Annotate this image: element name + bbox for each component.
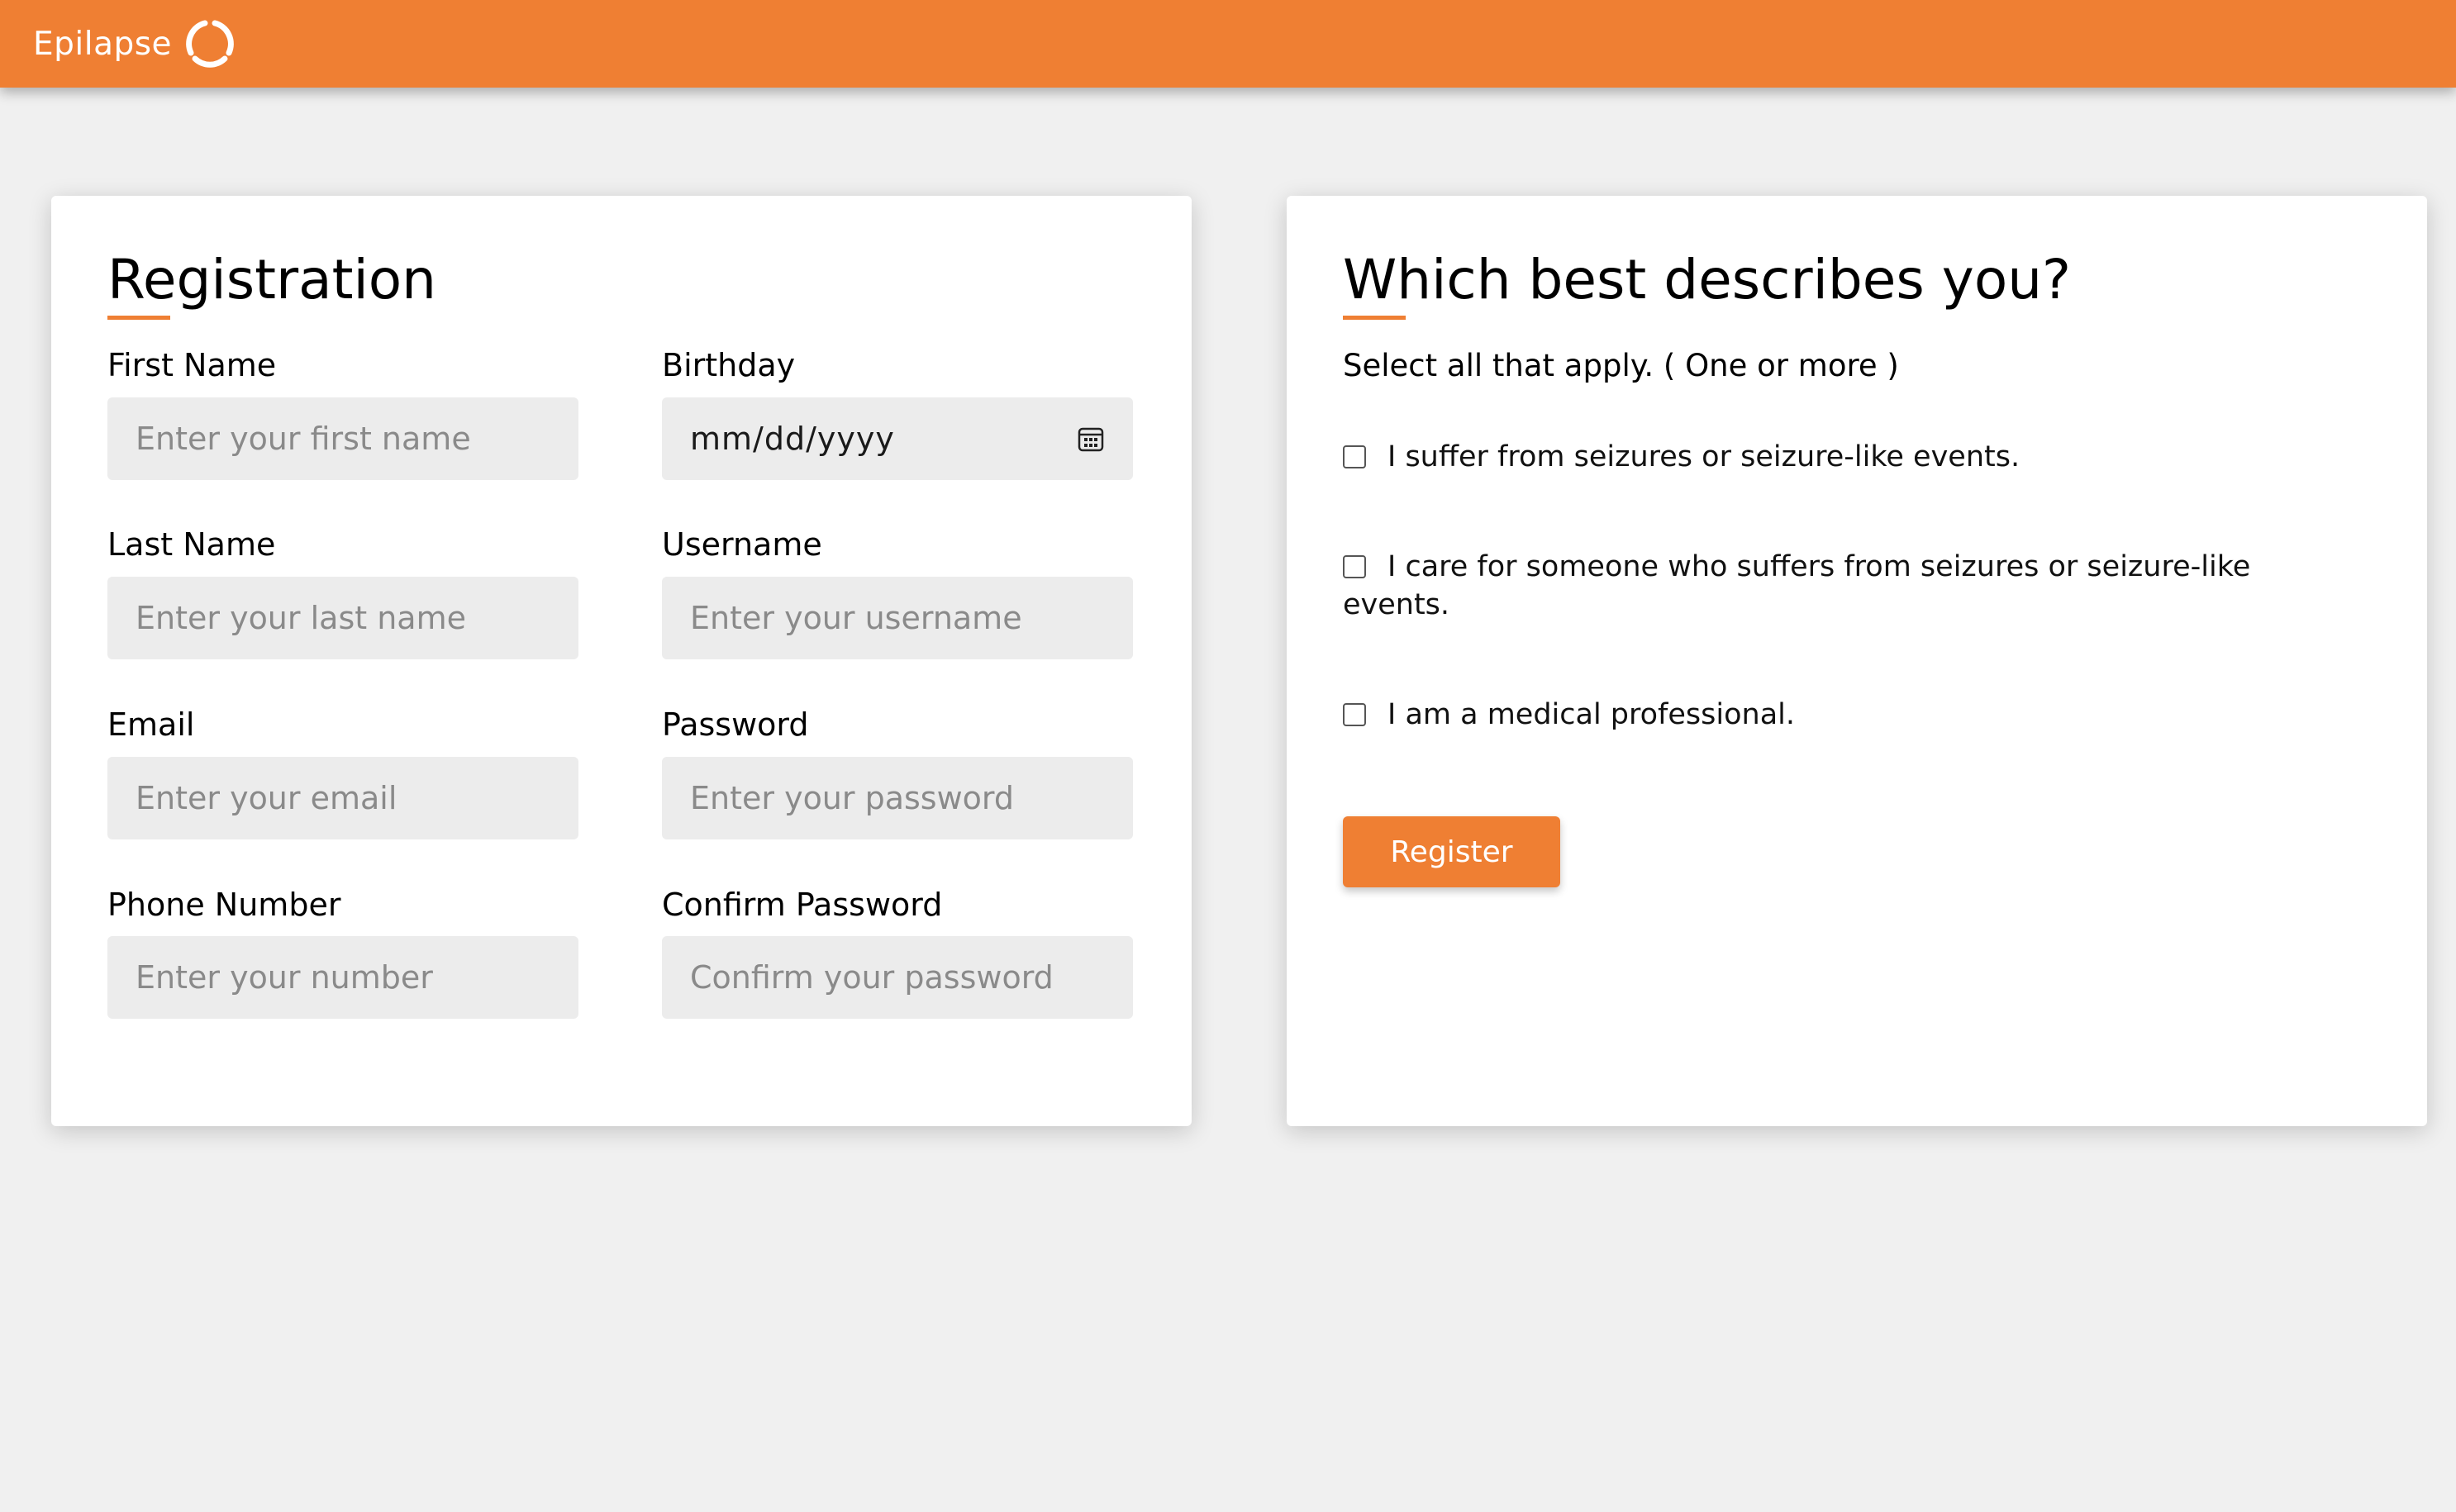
title-underline	[1343, 316, 1406, 320]
last-name-label: Last Name	[107, 526, 276, 563]
option-medical-professional[interactable]: I am a medical professional.	[1343, 696, 2318, 734]
password-label: Password	[662, 706, 809, 743]
brand-name: Epilapse	[33, 25, 173, 63]
describes-title: Which best describes you?	[1343, 248, 2072, 311]
last-name-input[interactable]	[107, 577, 578, 659]
phone-number-input[interactable]	[107, 936, 578, 1019]
option-label: I suffer from seizures or seizure-like e…	[1387, 440, 2020, 473]
birthday-label: Birthday	[662, 347, 796, 383]
register-button[interactable]: Register	[1343, 816, 1560, 887]
phone-number-label: Phone Number	[107, 887, 341, 923]
checkbox[interactable]	[1343, 445, 1366, 468]
birthday-value: mm/dd/yyyy	[690, 421, 895, 457]
checkbox[interactable]	[1343, 555, 1366, 578]
password-input[interactable]	[662, 757, 1133, 839]
option-seizure-sufferer[interactable]: I suffer from seizures or seizure-like e…	[1343, 438, 2318, 476]
option-caregiver[interactable]: I care for someone who suffers from seiz…	[1343, 548, 2318, 624]
describes-subtitle: Select all that apply. ( One or more )	[1343, 348, 1899, 383]
email-input[interactable]	[107, 757, 578, 839]
registration-card: Registration First Name Last Name Email …	[51, 196, 1192, 1126]
describes-card: Which best describes you? Select all tha…	[1287, 196, 2427, 1126]
epilapse-logo-icon	[186, 20, 234, 68]
confirm-password-label: Confirm Password	[662, 887, 943, 923]
username-input[interactable]	[662, 577, 1133, 659]
first-name-input[interactable]	[107, 397, 578, 480]
email-label: Email	[107, 706, 195, 743]
title-underline	[107, 316, 170, 320]
first-name-label: First Name	[107, 347, 277, 383]
option-label: I am a medical professional.	[1387, 698, 1795, 731]
option-label: I care for someone who suffers from seiz…	[1343, 550, 2251, 621]
brand[interactable]: Epilapse	[33, 15, 236, 73]
top-bar: Epilapse	[0, 0, 2456, 88]
username-label: Username	[662, 526, 822, 563]
checkbox[interactable]	[1343, 703, 1366, 726]
registration-title: Registration	[107, 248, 436, 311]
birthday-input[interactable]: mm/dd/yyyy	[662, 397, 1133, 480]
calendar-icon[interactable]	[1077, 425, 1105, 453]
confirm-password-input[interactable]	[662, 936, 1133, 1019]
